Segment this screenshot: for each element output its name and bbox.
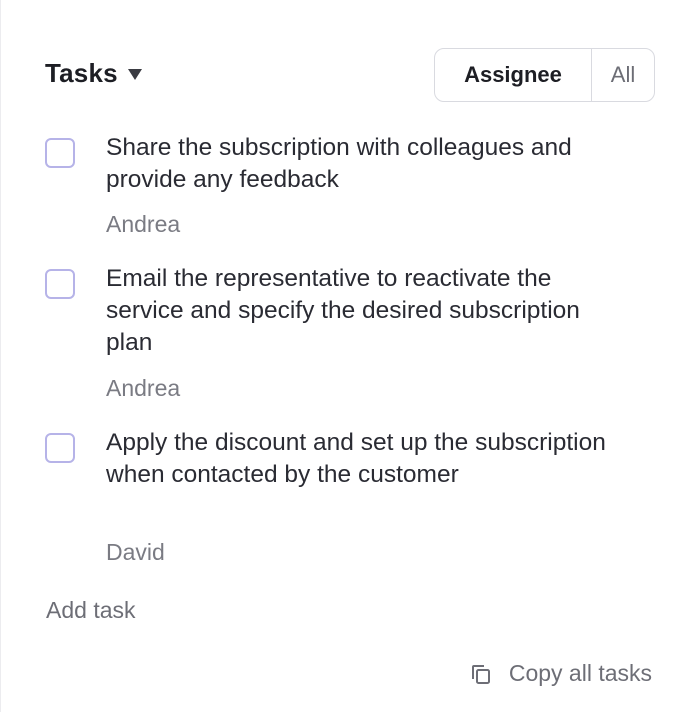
task-checkbox[interactable] [45, 269, 75, 299]
filter-all-button[interactable]: All [592, 49, 654, 101]
task-assignee: Andrea [106, 211, 181, 237]
task-checkbox[interactable] [45, 433, 75, 463]
task-text[interactable]: Apply the discount and set up the subscr… [106, 427, 626, 491]
filter-assignee-button[interactable]: Assignee [435, 49, 592, 101]
copy-icon [471, 664, 490, 684]
task-checkbox[interactable] [45, 138, 75, 168]
task-assignee: Andrea [106, 375, 181, 401]
copy-all-label: Copy all tasks [508, 660, 652, 686]
copy-all-tasks-button[interactable]: Copy all tasks [469, 660, 652, 687]
caret-down-icon [127, 69, 142, 80]
assignee-filter-toggle: Assignee All [434, 48, 655, 102]
task-text[interactable]: Share the subscription with colleagues a… [106, 132, 626, 196]
tasks-title-dropdown[interactable]: Tasks [45, 58, 142, 89]
task-text[interactable]: Email the representative to reactivate t… [106, 263, 626, 359]
tasks-panel: Tasks Assignee All Share the subscriptio… [0, 0, 694, 712]
add-task-button[interactable]: Add task [46, 597, 136, 624]
page-title: Tasks [45, 58, 118, 88]
tasks-header: Tasks Assignee All [45, 48, 655, 104]
task-assignee: David [106, 539, 165, 565]
